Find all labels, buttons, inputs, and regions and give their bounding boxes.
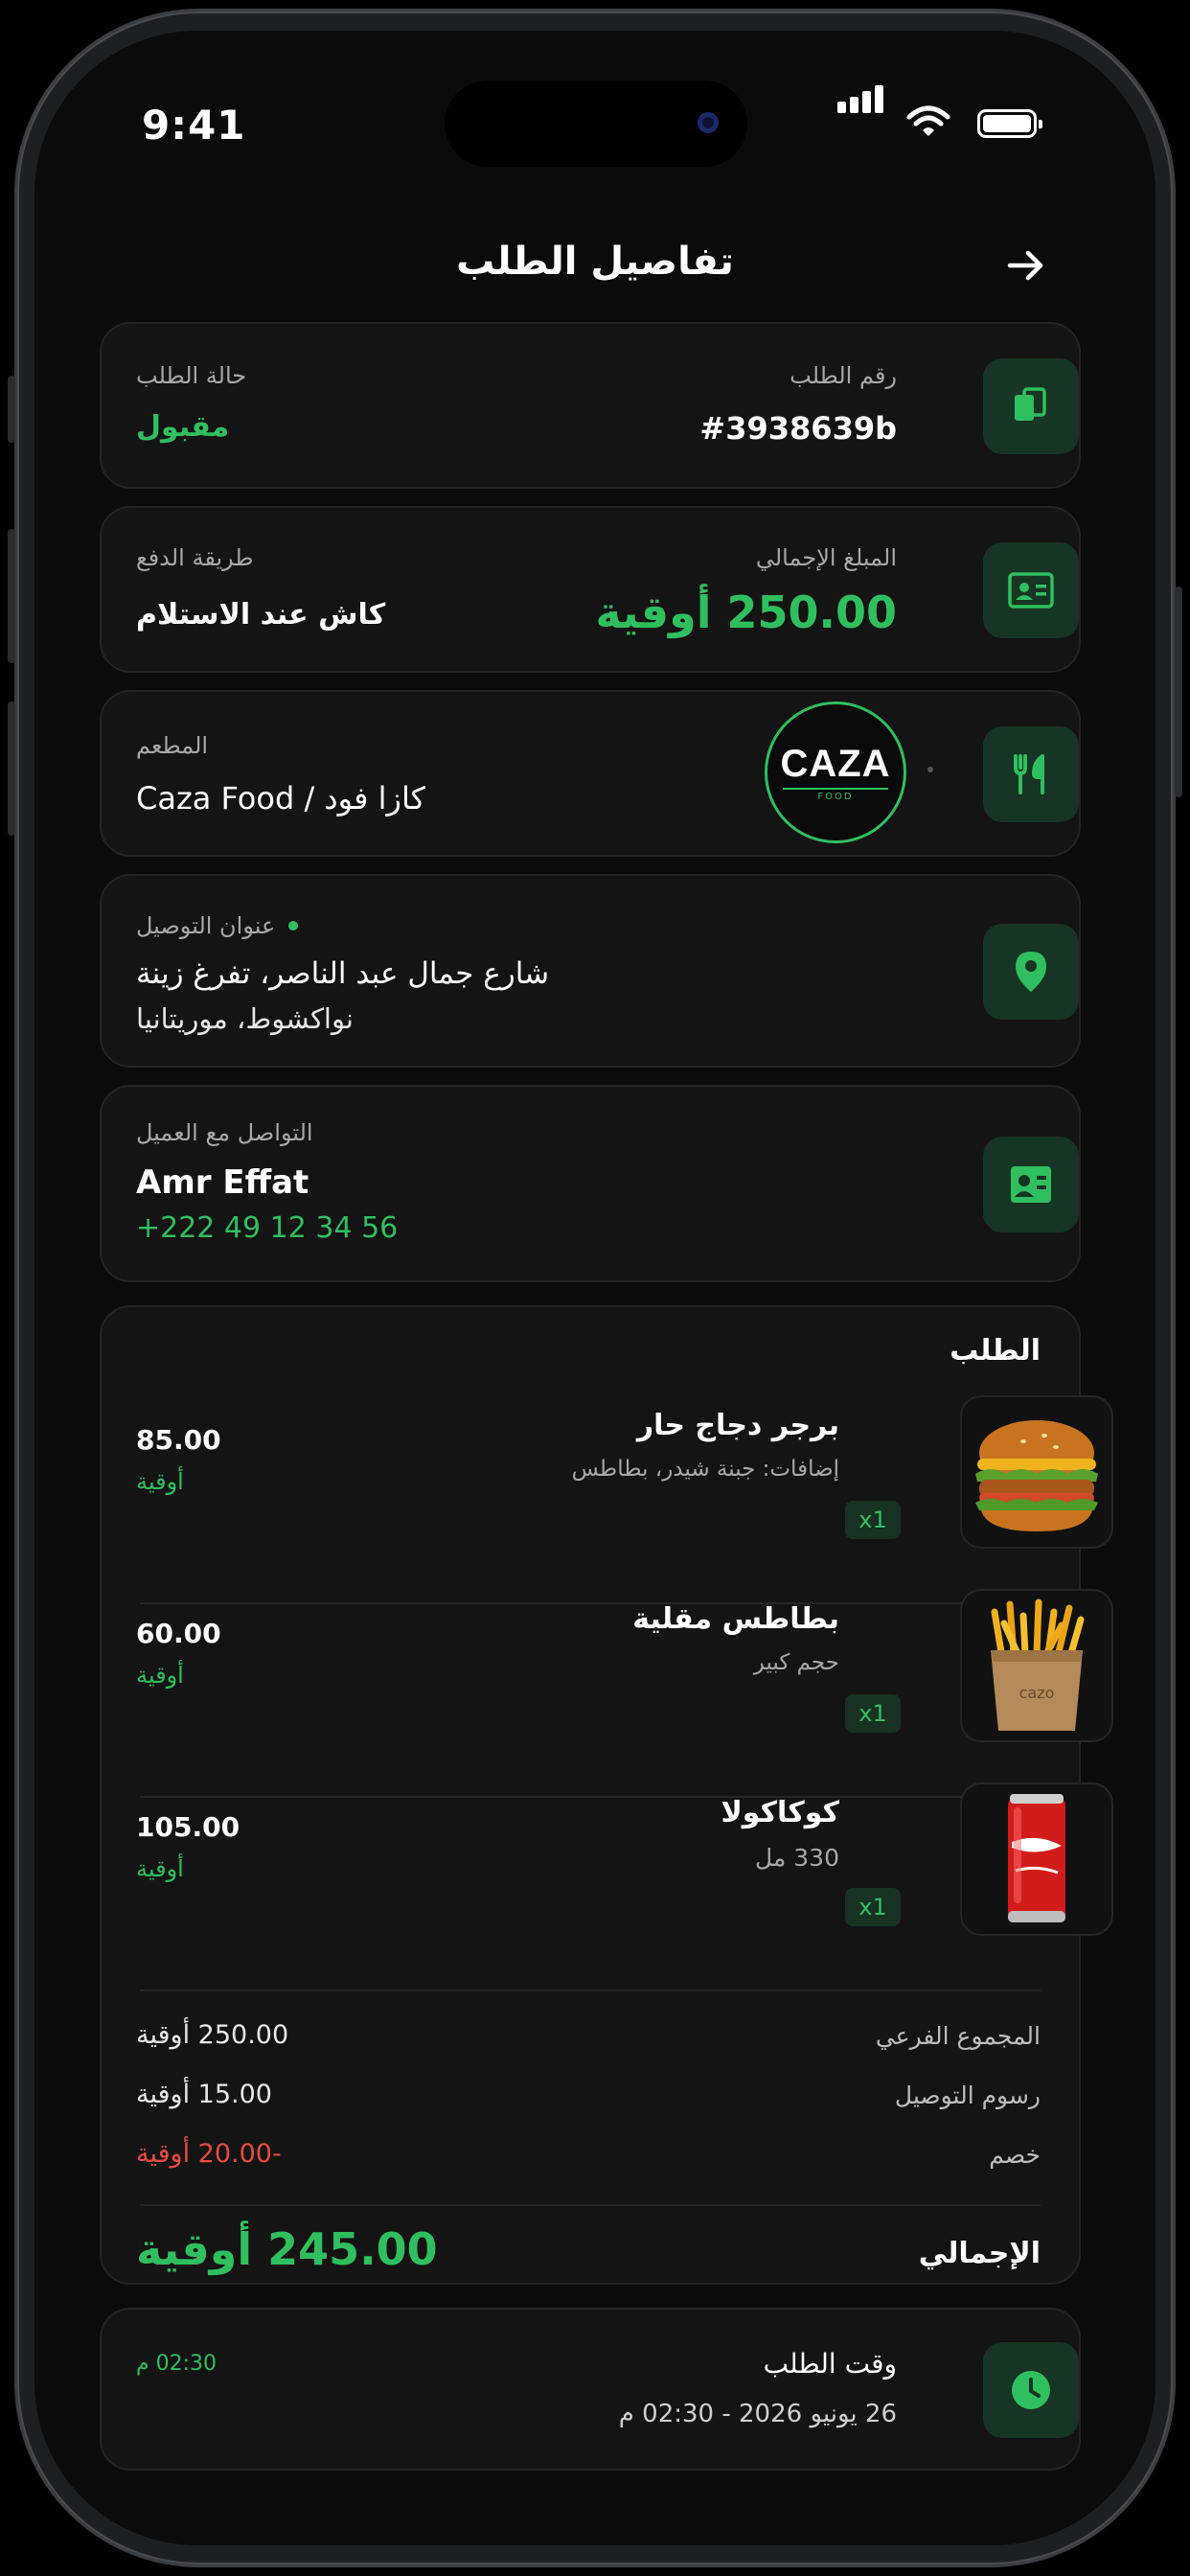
grand-total-label: الإجمالي: [918, 2237, 1041, 2270]
page-title: تفاصيل الطلب: [456, 240, 734, 284]
power-button: [1175, 586, 1182, 797]
volume-down-button: [8, 702, 15, 836]
divider: [140, 2204, 1041, 2206]
restaurant-logo-text: CAZA: [780, 743, 891, 785]
order-time-badge: 02:30 م: [136, 2352, 217, 2376]
order-status: مقبول: [136, 410, 230, 444]
active-dot: [288, 921, 299, 931]
order-status-label: حالة الطلب: [136, 362, 247, 389]
arrow-right-icon[interactable]: [1002, 242, 1050, 289]
payment-method-label: طريقة الدفع: [136, 544, 254, 571]
delivery-fee-value: 15.00 أوقية: [136, 2080, 272, 2109]
item-price: 105.00: [136, 1811, 240, 1843]
coca-cola-image: [960, 1782, 1113, 1936]
restaurant-name: Caza Food / كازا فود: [136, 780, 425, 816]
camera-icon: [698, 112, 719, 133]
item-price: 85.00: [136, 1424, 221, 1456]
clock-icon: [1012, 2371, 1050, 2409]
item-currency: أوقية: [136, 1468, 184, 1495]
payment-icon-box: [983, 542, 1079, 638]
delivery-fee-label: رسوم التوصيل: [894, 2082, 1041, 2109]
item-name: برجر دجاج حار: [636, 1409, 839, 1442]
restaurant-label: المطعم: [136, 732, 209, 759]
discount-label: خصم: [989, 2141, 1041, 2169]
time-icon-box: [983, 2342, 1079, 2438]
fork-knife-icon: [1014, 754, 1044, 794]
location-button[interactable]: [983, 924, 1079, 1020]
discount-value: -20.00 أوقية: [136, 2139, 282, 2169]
address-line-2: نواكشوط، موريتانيا: [136, 1002, 355, 1035]
restaurant-logo: CAZA FOOD: [765, 702, 906, 843]
customer-phone[interactable]: +222 49 12 34 56: [136, 1211, 398, 1245]
address-label: عنوان التوصيل: [136, 912, 276, 939]
customer-name: Amr Effat: [136, 1163, 309, 1202]
order-item: cazo بطاطس مقلية حجم كبير x1 60.00 أوقية: [102, 1589, 1113, 1781]
dynamic-island: [445, 80, 747, 167]
subtotal-label: المجموع الفرعي: [875, 2022, 1041, 2050]
grand-total-value: 245.00 أوقية: [136, 2223, 438, 2275]
copy-icon: [1015, 387, 1046, 421]
divider: [140, 1990, 1041, 1991]
item-currency: أوقية: [136, 1662, 184, 1689]
payment-card: المبلغ الإجمالي 250.00 أوقية طريقة الدفع…: [100, 506, 1081, 673]
item-details: حجم كبير: [753, 1650, 839, 1675]
item-qty: x1: [845, 1694, 901, 1733]
contact-button[interactable]: [983, 1137, 1079, 1232]
total-amount-label: المبلغ الإجمالي: [755, 544, 897, 571]
separator-dot: [927, 767, 933, 772]
status-time: 9:41: [142, 102, 246, 149]
mute-switch: [8, 376, 15, 443]
fries-box-text: cazo: [1019, 1684, 1055, 1702]
burger-image: [960, 1395, 1113, 1549]
page-header: تفاصيل الطلب: [34, 222, 1156, 309]
customer-card: التواصل مع العميل Amr Effat +222 49 12 3…: [100, 1085, 1081, 1282]
item-qty: x1: [845, 1501, 901, 1539]
order-number: #3938639b: [699, 410, 897, 447]
order-card: الطلب برجر دجاج حار إضافات: جبنة شيدر، ب…: [100, 1305, 1113, 2285]
location-pin-icon: [1016, 952, 1046, 992]
copy-button[interactable]: [983, 358, 1079, 454]
item-name: بطاطس مقلية: [632, 1602, 839, 1636]
item-currency: أوقية: [136, 1855, 184, 1882]
app-screen: 9:41 تفاصيل الطلب رقم الطلب #3938639b حا…: [34, 31, 1156, 2545]
logo-rule: [783, 788, 888, 790]
volume-up-button: [8, 529, 15, 663]
order-item: برجر دجاج حار إضافات: جبنة شيدر، بطاطس x…: [102, 1395, 1113, 1587]
payment-method: كاش عند الاستلام: [136, 598, 386, 632]
address-label-row: عنوان التوصيل: [136, 912, 299, 939]
wifi-icon: [906, 105, 950, 136]
order-number-label: رقم الطلب: [790, 362, 897, 389]
contact-card-icon: [1011, 1166, 1051, 1203]
item-qty: x1: [845, 1888, 901, 1926]
id-card-icon: [1008, 572, 1054, 609]
customer-label: التواصل مع العميل: [136, 1119, 313, 1146]
restaurant-icon-box: [983, 726, 1079, 822]
fries-image: cazo: [960, 1589, 1113, 1742]
order-date: 26 يونيو 2026 - 02:30 م: [618, 2400, 897, 2428]
order-time-card: وقت الطلب 26 يونيو 2026 - 02:30 م 02:30 …: [100, 2308, 1081, 2471]
battery-icon: [977, 109, 1042, 138]
item-price: 60.00: [136, 1618, 221, 1649]
status-bar: 9:41: [34, 31, 1156, 184]
order-info-card: رقم الطلب #3938639b حالة الطلب مقبول: [100, 322, 1081, 489]
order-title: الطلب: [950, 1334, 1041, 1368]
restaurant-card: CAZA FOOD المطعم Caza Food / كازا فود: [100, 690, 1081, 857]
restaurant-logo-sub: FOOD: [817, 792, 854, 802]
address-line-1: شارع جمال عبد الناصر، تفرغ زينة: [136, 956, 550, 991]
item-name: كوكاكولا: [721, 1796, 839, 1829]
item-details: 330 مل: [755, 1844, 839, 1872]
order-item: كوكاكولا 330 مل x1 105.00 أوقية: [102, 1782, 1113, 1974]
address-card: عنوان التوصيل شارع جمال عبد الناصر، تفرغ…: [100, 874, 1081, 1068]
total-amount: 250.00 أوقية: [595, 586, 897, 638]
subtotal-value: 250.00 أوقية: [136, 2020, 289, 2050]
order-time-label: وقت الطلب: [763, 2348, 897, 2380]
item-details: إضافات: جبنة شيدر، بطاطس: [571, 1457, 839, 1482]
